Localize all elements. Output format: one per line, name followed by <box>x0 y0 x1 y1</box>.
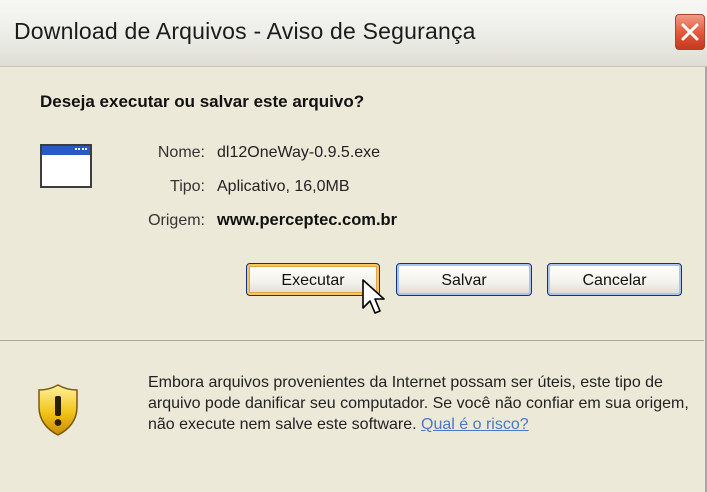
file-origin-value: www.perceptec.com.br <box>217 211 398 229</box>
warning-shield-icon <box>38 384 78 436</box>
question-heading: Deseja executar ou salvar este arquivo? <box>40 92 365 111</box>
mouse-pointer-icon <box>362 279 385 314</box>
file-type-value: Aplicativo, 16,0MB <box>217 178 350 195</box>
file-origin-label: Origem: <box>148 212 205 229</box>
warning-message: Embora arquivos provenientes da Internet… <box>148 372 693 435</box>
warning-text: Embora arquivos provenientes da Internet… <box>148 374 689 433</box>
close-icon <box>681 23 699 41</box>
save-button[interactable]: Salvar <box>396 263 532 296</box>
file-name-row: Nome: <box>0 144 205 166</box>
file-name-value: dl12OneWay-0.9.5.exe <box>217 144 381 161</box>
file-type-label: Tipo: <box>170 178 205 195</box>
security-warning-dialog: Download de Arquivos - Aviso de Seguranç… <box>0 0 707 492</box>
cancel-button[interactable]: Cancelar <box>547 263 682 296</box>
title-bar[interactable]: Download de Arquivos - Aviso de Seguranç… <box>0 0 707 67</box>
file-name-label: Nome: <box>157 144 205 161</box>
risk-link[interactable]: Qual é o risco? <box>421 416 529 433</box>
file-type-row: Tipo: <box>0 178 205 200</box>
window-title: Download de Arquivos - Aviso de Seguranç… <box>14 18 476 44</box>
file-origin-row: Origem: <box>0 212 205 234</box>
close-button[interactable] <box>675 14 705 50</box>
